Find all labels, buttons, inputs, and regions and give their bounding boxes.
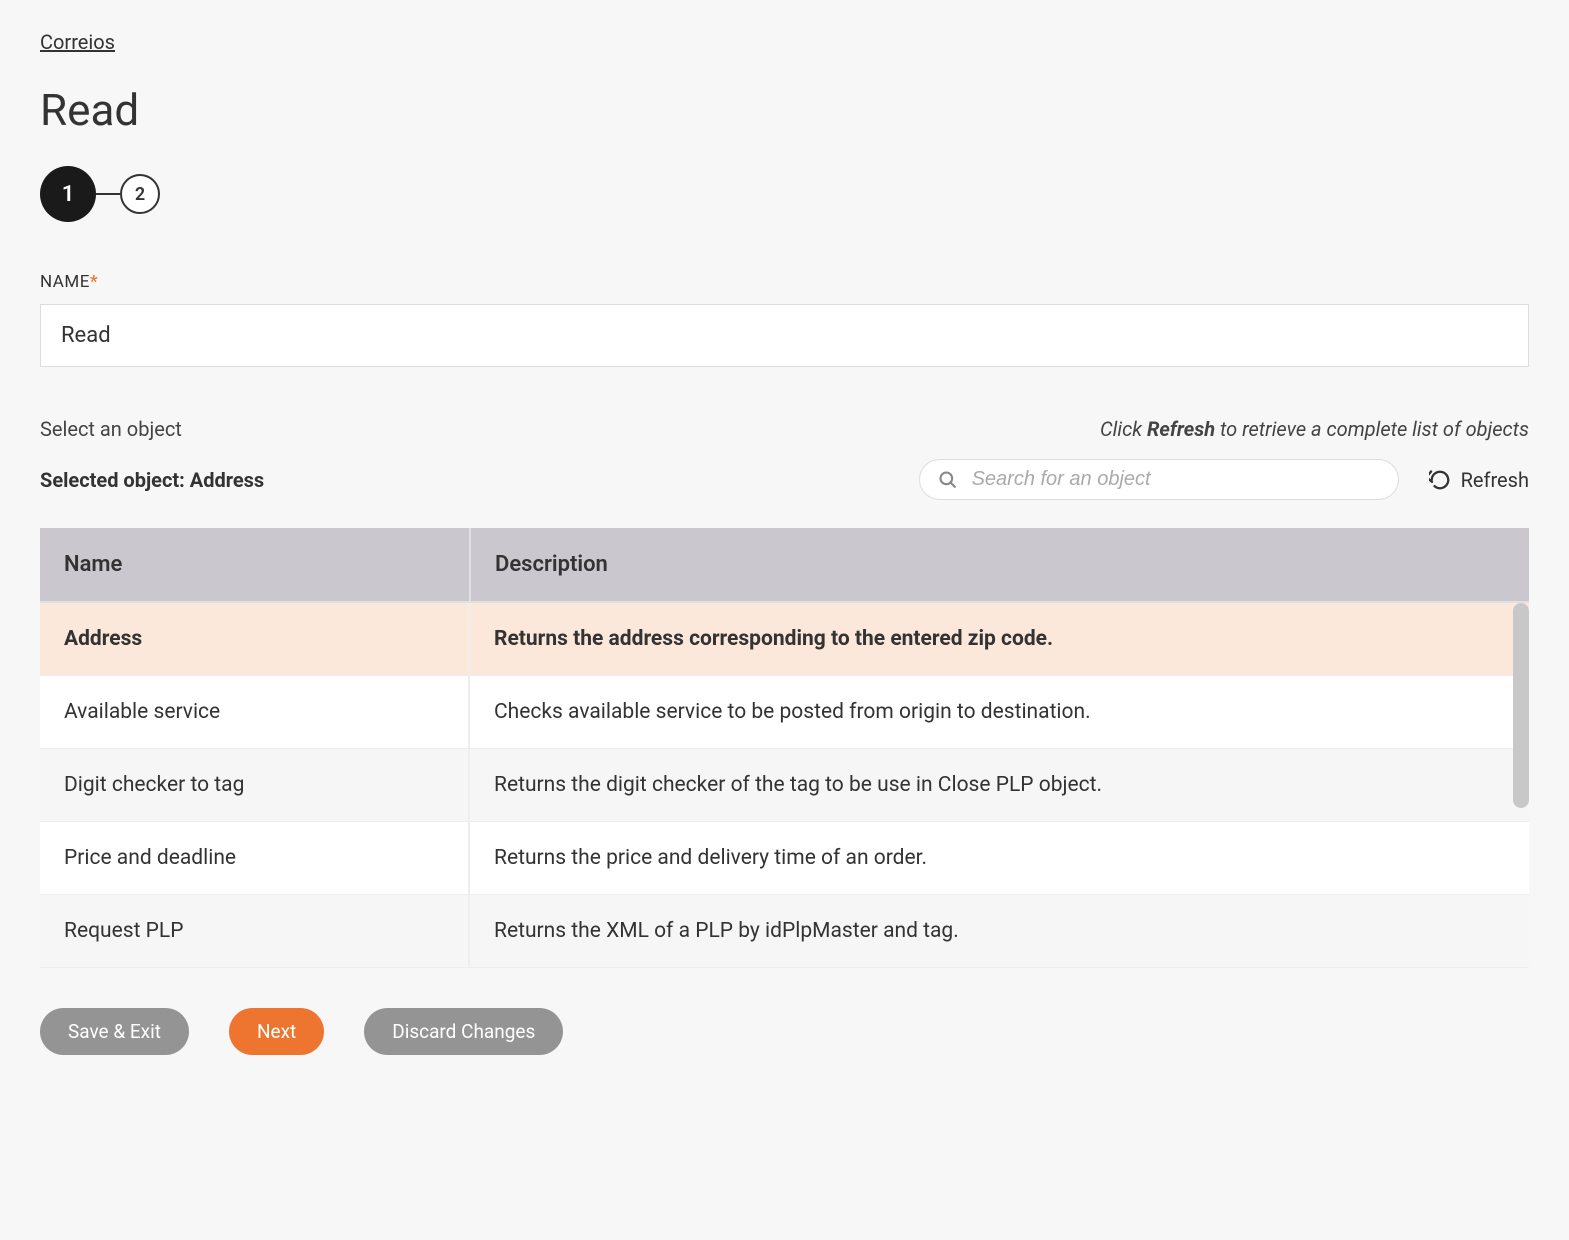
- col-header-name[interactable]: Name: [40, 528, 470, 602]
- page-title: Read: [40, 84, 1529, 136]
- col-header-description[interactable]: Description: [470, 528, 1529, 602]
- step-2[interactable]: 2: [120, 174, 160, 214]
- search-wrap[interactable]: [919, 459, 1399, 500]
- breadcrumb-link[interactable]: Correios: [40, 30, 115, 54]
- row-name: Available service: [40, 676, 470, 748]
- table-row[interactable]: Digit checker to tagReturns the digit ch…: [40, 749, 1529, 822]
- step-connector: [96, 193, 120, 195]
- hint-bold: Refresh: [1147, 417, 1215, 441]
- row-name: Price and deadline: [40, 822, 470, 894]
- scrollbar[interactable]: [1513, 603, 1529, 808]
- name-label-text: NAME: [40, 272, 90, 292]
- row-name: Request PLP: [40, 895, 470, 967]
- row-name: Digit checker to tag: [40, 749, 470, 821]
- refresh-hint: Click Refresh to retrieve a complete lis…: [1100, 417, 1529, 441]
- row-description: Returns the price and delivery time of a…: [470, 822, 1529, 894]
- row-description: Returns the digit checker of the tag to …: [470, 749, 1529, 821]
- table-row[interactable]: Price and deadlineReturns the price and …: [40, 822, 1529, 895]
- stepper: 1 2: [40, 166, 1529, 222]
- select-object-label: Select an object: [40, 417, 182, 441]
- row-description: Returns the address corresponding to the…: [470, 603, 1529, 675]
- name-label: NAME*: [40, 272, 1529, 292]
- refresh-button[interactable]: Refresh: [1429, 468, 1529, 492]
- search-input[interactable]: [972, 468, 1380, 491]
- search-icon: [938, 470, 958, 490]
- hint-suffix: to retrieve a complete list of objects: [1215, 417, 1529, 441]
- discard-button[interactable]: Discard Changes: [364, 1008, 563, 1055]
- name-input[interactable]: [40, 304, 1529, 367]
- row-description: Checks available service to be posted fr…: [470, 676, 1529, 748]
- refresh-label: Refresh: [1461, 468, 1529, 492]
- table-body: AddressReturns the address corresponding…: [40, 603, 1529, 968]
- save-exit-button[interactable]: Save & Exit: [40, 1008, 189, 1055]
- table-row[interactable]: Request PLPReturns the XML of a PLP by i…: [40, 895, 1529, 968]
- required-asterisk: *: [90, 272, 98, 292]
- scrollbar-thumb[interactable]: [1513, 603, 1529, 808]
- next-button[interactable]: Next: [229, 1008, 324, 1055]
- hint-prefix: Click: [1100, 417, 1147, 441]
- selected-object-label: Selected object: Address: [40, 468, 264, 492]
- object-table: Name Description AddressReturns the addr…: [40, 528, 1529, 968]
- footer-buttons: Save & Exit Next Discard Changes: [40, 1008, 1529, 1055]
- refresh-icon: [1429, 469, 1451, 491]
- step-1[interactable]: 1: [40, 166, 96, 222]
- table-row[interactable]: Available serviceChecks available servic…: [40, 676, 1529, 749]
- row-description: Returns the XML of a PLP by idPlpMaster …: [470, 895, 1529, 967]
- table-row[interactable]: AddressReturns the address corresponding…: [40, 603, 1529, 676]
- row-name: Address: [40, 603, 470, 675]
